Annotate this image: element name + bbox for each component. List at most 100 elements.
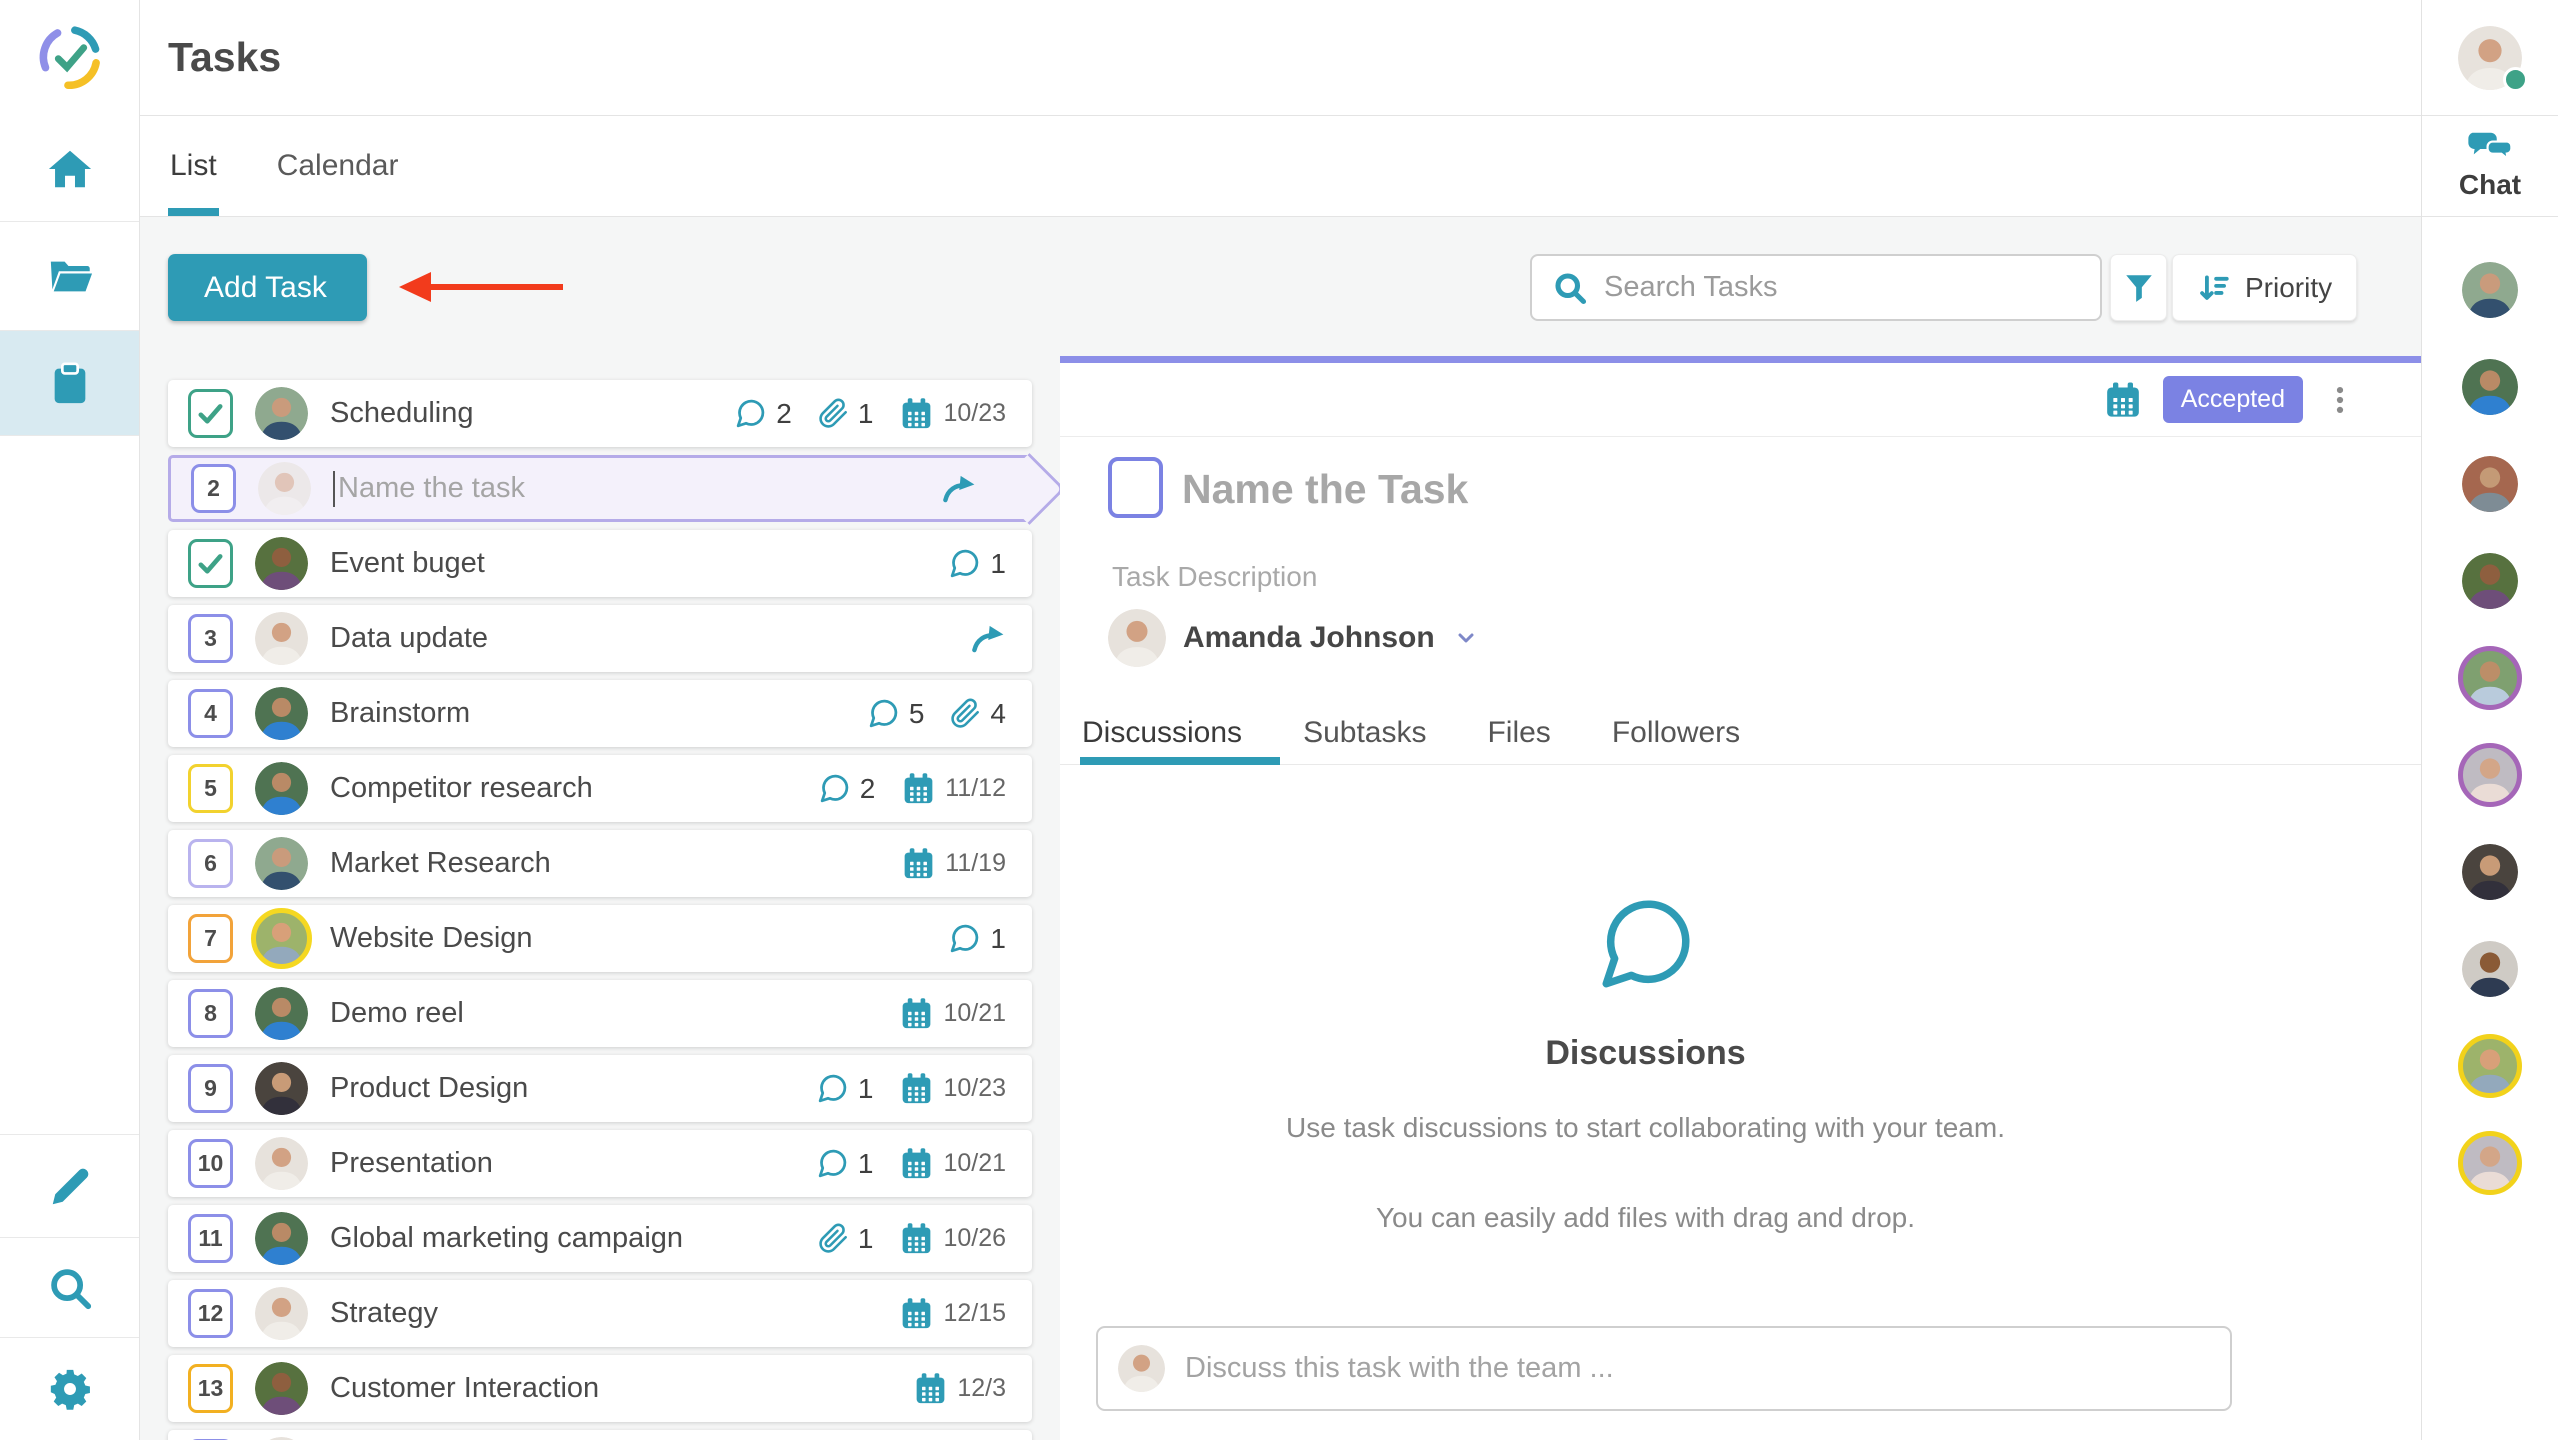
team-member-avatar[interactable] [2462,747,2518,803]
task-row[interactable]: 14 [168,1430,1032,1440]
task-row[interactable]: 3Data update [168,605,1032,672]
comment-input[interactable]: Discuss this task with the team ... [1096,1326,2232,1411]
due-date-indicator: 10/21 [899,1146,1006,1181]
priority-badge: 4 [188,689,233,738]
sort-priority-button[interactable]: Priority [2172,254,2357,321]
task-row[interactable]: 4Brainstorm54 [168,680,1032,747]
detail-tab-followers[interactable]: Followers [1612,716,1740,750]
chevron-down-icon [1454,626,1478,650]
page-header: Tasks [140,0,2421,116]
task-meta [940,470,1003,507]
task-meta: 12/3 [913,1371,1006,1406]
task-meta: 1 [948,922,1006,955]
assignee-avatar [255,1212,308,1265]
task-row[interactable]: 8Demo reel10/21 [168,980,1032,1047]
team-member-avatar[interactable] [2462,553,2518,609]
comment-icon [867,697,900,730]
filter-button[interactable] [2110,254,2167,321]
task-row[interactable]: 13Customer Interaction12/3 [168,1355,1032,1422]
task-title: Scheduling [330,397,712,430]
kebab-menu-icon[interactable] [2323,383,2357,417]
task-row[interactable]: Event buget1 [168,530,1032,597]
assign-arrow-icon[interactable] [969,620,1006,657]
due-date-indicator: 10/23 [899,396,1006,431]
task-meta: 110/26 [818,1221,1006,1256]
sidebar-item-notes[interactable] [0,1134,139,1237]
task-list: Scheduling2110/232Name the taskEvent bug… [140,356,1060,1440]
due-date: 12/15 [943,1299,1006,1328]
due-date: 10/21 [943,999,1006,1028]
team-member-avatar[interactable] [2462,262,2518,318]
due-date-indicator: 11/19 [901,846,1006,881]
comments-count: 2 [860,773,876,805]
team-member-avatar[interactable] [2462,844,2518,900]
app-logo[interactable] [0,0,139,116]
detail-tab-subtasks[interactable]: Subtasks [1303,716,1426,750]
annotation-arrow [395,268,567,306]
due-date: 10/23 [943,1074,1006,1103]
task-row[interactable]: Scheduling 21 10/23 [168,380,1032,447]
assignee-avatar [255,1287,308,1340]
calendar-icon [899,1296,934,1331]
comments-count: 2 [776,398,792,430]
sidebar-item-projects[interactable] [0,222,139,330]
sidebar-item-home[interactable] [0,116,139,222]
detail-task-title-input[interactable]: Name the Task [1182,466,1468,513]
due-date-indicator: 10/26 [899,1221,1006,1256]
comments-count: 1 [858,1073,874,1105]
calendar-icon [899,396,934,431]
search-tasks-input[interactable] [1604,256,2100,319]
task-row[interactable]: 7Website Design1 [168,905,1032,972]
task-title: Product Design [330,1072,794,1105]
sidebar-item-tasks[interactable] [0,330,139,436]
comments-indicator: 2 [734,397,792,430]
task-row[interactable]: 12Strategy12/15 [168,1280,1032,1347]
add-task-button[interactable]: Add Task [168,254,367,321]
detail-task-checkbox[interactable] [1108,457,1163,518]
task-checkbox-checked[interactable] [188,539,233,588]
team-member-avatar[interactable] [2462,941,2518,997]
task-meta: 2 11/12 [818,771,1006,806]
calendar-icon[interactable] [2103,380,2143,420]
assignee-dropdown[interactable]: Amanda Johnson [1108,609,1478,667]
sort-label: Priority [2245,272,2332,304]
detail-task-description-input[interactable]: Task Description [1112,561,1317,593]
priority-badge: 13 [188,1364,233,1413]
task-row[interactable]: 5Competitor research211/12 [168,755,1032,822]
assignee-avatar [255,1362,308,1415]
calendar-icon [899,1071,934,1106]
team-member-avatar[interactable] [2462,650,2518,706]
attachments-indicator: 1 [818,398,874,430]
assignee-avatar [255,537,308,590]
active-tab-underline [1080,757,1280,765]
assign-arrow-icon[interactable] [940,470,977,507]
team-member-avatar[interactable] [2462,359,2518,415]
sidebar-item-search[interactable] [0,1237,139,1337]
task-meta: 54 [867,697,1006,730]
task-name-input[interactable]: Name the task [333,471,918,507]
assignee-avatar [255,387,308,440]
sidebar-item-settings[interactable] [0,1337,139,1440]
status-badge[interactable]: Accepted [2163,376,2303,423]
task-row[interactable]: 2Name the task [168,455,1032,522]
task-row[interactable]: 6Market Research11/19 [168,830,1032,897]
priority-badge: 11 [188,1214,233,1263]
team-member-avatar[interactable] [2462,1135,2518,1191]
detail-tab-files[interactable]: Files [1487,716,1550,750]
due-date-indicator: 11/12 [901,771,1006,806]
task-title: Global marketing campaign [330,1222,796,1255]
text-caret [333,471,335,507]
task-row[interactable]: 9Product Design110/23 [168,1055,1032,1122]
task-row[interactable]: 11 Global marketing campaign 110/26 [168,1205,1032,1272]
team-member-avatar[interactable] [2462,1038,2518,1094]
tab-calendar[interactable]: Calendar [277,116,399,216]
current-user-menu[interactable] [2422,0,2558,116]
priority-badge: 7 [188,914,233,963]
detail-tab-discussions[interactable]: Discussions [1082,716,1242,750]
team-member-avatar[interactable] [2462,456,2518,512]
tab-list[interactable]: List [170,116,217,216]
task-title: Data update [330,622,947,655]
task-row[interactable]: 10Presentation110/21 [168,1130,1032,1197]
chat-button[interactable]: Chat [2422,116,2558,217]
task-checkbox-checked[interactable] [188,389,233,438]
